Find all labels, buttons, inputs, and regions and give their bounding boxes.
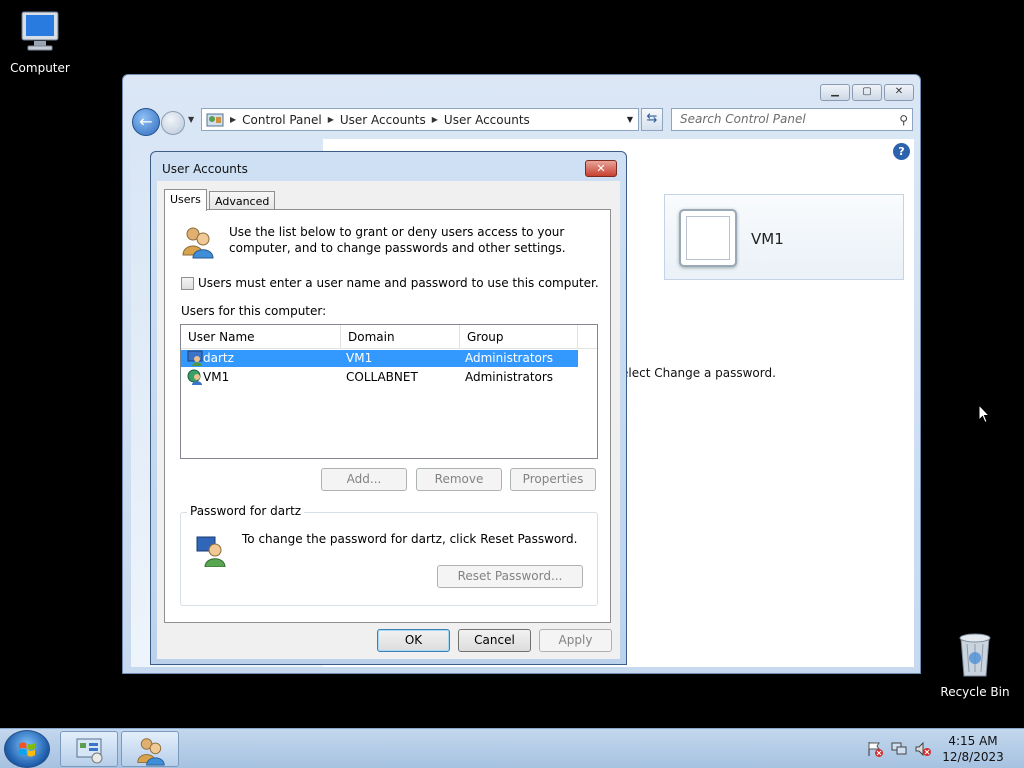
window-controls: ▁ ▢ ✕ bbox=[820, 84, 914, 101]
breadcrumb-control-panel[interactable]: Control Panel bbox=[242, 113, 322, 127]
cell-user-name: VM1 bbox=[203, 370, 230, 384]
breadcrumb-separator-icon: ▶ bbox=[230, 115, 237, 124]
cancel-button[interactable]: Cancel bbox=[458, 629, 531, 652]
dialog-close-button[interactable]: ✕ bbox=[585, 160, 617, 177]
control-panel-icon bbox=[206, 113, 224, 126]
help-icon[interactable]: ? bbox=[893, 143, 910, 160]
user-tile-name: VM1 bbox=[751, 230, 784, 248]
taskbar: 4:15 AM 12/8/2023 bbox=[0, 728, 1024, 768]
search-icon[interactable]: ⚲ bbox=[899, 110, 908, 131]
computer-icon bbox=[21, 11, 59, 51]
clock[interactable]: 4:15 AM 12/8/2023 bbox=[940, 733, 1006, 765]
add-user-button[interactable]: Add... bbox=[321, 468, 407, 491]
users-icon bbox=[137, 738, 165, 766]
recent-pages-dropdown[interactable]: ▼ bbox=[188, 115, 194, 124]
domain-user-icon bbox=[187, 369, 202, 385]
breadcrumb-separator-icon: ▶ bbox=[431, 115, 438, 124]
clock-date: 12/8/2023 bbox=[942, 750, 1004, 764]
user-picture[interactable] bbox=[679, 209, 737, 267]
back-arrow-icon: ← bbox=[139, 112, 153, 131]
remove-user-button[interactable]: Remove bbox=[416, 468, 502, 491]
column-header-user-name[interactable]: User Name bbox=[181, 325, 341, 348]
user-tile: VM1 bbox=[664, 194, 904, 280]
table-row[interactable]: VM1 COLLABNET Administrators bbox=[181, 368, 597, 387]
desktop-label-computer: Computer bbox=[10, 61, 70, 75]
volume-muted-icon[interactable] bbox=[914, 741, 932, 757]
search-input[interactable]: Search Control Panel ⚲ bbox=[671, 108, 913, 131]
refresh-icon: ⇆ bbox=[646, 111, 658, 126]
desktop-icon-computer[interactable]: Computer bbox=[0, 10, 80, 75]
breadcrumb-separator-icon: ▶ bbox=[327, 115, 334, 124]
system-tray bbox=[866, 741, 932, 757]
desktop-label-recycle-bin: Recycle Bin bbox=[940, 685, 1010, 699]
table-row[interactable]: dartz VM1 Administrators bbox=[181, 349, 597, 368]
control-panel-icon bbox=[76, 738, 103, 764]
user-accounts-dialog: User Accounts ✕ Users Advanced Use the l… bbox=[150, 151, 627, 665]
local-user-icon bbox=[187, 350, 203, 366]
taskbar-user-accounts[interactable] bbox=[121, 731, 179, 767]
address-dropdown-icon[interactable]: ▼ bbox=[627, 115, 633, 124]
back-button[interactable]: ← bbox=[132, 108, 160, 136]
users-tab-panel: Use the list below to grant or deny user… bbox=[164, 209, 611, 623]
mouse-cursor-icon bbox=[978, 404, 990, 424]
dialog-body: Users Advanced Use the list below to gra… bbox=[157, 181, 620, 659]
reset-password-button[interactable]: Reset Password... bbox=[437, 565, 583, 588]
cell-domain: COLLABNET bbox=[346, 370, 418, 384]
apply-button[interactable]: Apply bbox=[539, 629, 612, 652]
cell-group: Administrators bbox=[460, 350, 578, 367]
users-list-label: Users for this computer: bbox=[181, 304, 327, 318]
network-icon[interactable] bbox=[890, 741, 908, 757]
ok-button[interactable]: OK bbox=[377, 629, 450, 652]
dialog-title: User Accounts bbox=[162, 162, 248, 176]
search-placeholder: Search Control Panel bbox=[680, 112, 806, 126]
users-list[interactable]: User Name Domain Group dartz VM1 Adminis… bbox=[180, 324, 598, 459]
password-group: Password for dartz To change the passwor… bbox=[180, 504, 598, 606]
tab-users[interactable]: Users bbox=[164, 189, 207, 211]
desktop-icon-recycle-bin[interactable]: Recycle Bin bbox=[935, 630, 1015, 699]
breadcrumb-user-accounts[interactable]: User Accounts bbox=[340, 113, 426, 127]
column-header-group[interactable]: Group bbox=[460, 325, 578, 348]
users-list-header: User Name Domain Group bbox=[181, 325, 597, 349]
recycle-bin-icon bbox=[959, 633, 991, 677]
user-password-icon bbox=[196, 536, 226, 567]
start-button[interactable] bbox=[4, 730, 50, 768]
forward-button[interactable] bbox=[161, 111, 185, 135]
clock-time: 4:15 AM bbox=[948, 734, 998, 748]
minimize-button[interactable]: ▁ bbox=[820, 84, 850, 101]
breadcrumb-user-accounts-current[interactable]: User Accounts bbox=[444, 113, 530, 127]
require-login-checkbox[interactable] bbox=[181, 276, 194, 290]
windows-logo-icon bbox=[19, 742, 35, 757]
close-window-button[interactable]: ✕ bbox=[884, 84, 914, 101]
cell-domain: VM1 bbox=[341, 350, 460, 367]
intro-text: Use the list below to grant or deny user… bbox=[229, 225, 566, 255]
require-login-checkbox-row[interactable]: Users must enter a user name and passwor… bbox=[181, 276, 599, 290]
cell-user-name: dartz bbox=[181, 350, 341, 367]
cell-group: Administrators bbox=[465, 370, 554, 384]
refresh-button[interactable]: ⇆ bbox=[641, 108, 663, 131]
column-header-domain[interactable]: Domain bbox=[341, 325, 460, 348]
tab-advanced[interactable]: Advanced bbox=[209, 191, 276, 210]
address-bar[interactable]: ▶ Control Panel ▶ User Accounts ▶ User A… bbox=[201, 108, 639, 131]
maximize-button[interactable]: ▢ bbox=[852, 84, 882, 101]
properties-button[interactable]: Properties bbox=[510, 468, 596, 491]
password-instructions: To change the password for dartz, click … bbox=[242, 532, 578, 546]
change-password-hint: elect Change a password. bbox=[621, 366, 776, 380]
password-group-label: Password for dartz bbox=[187, 504, 305, 518]
action-center-flag-icon[interactable] bbox=[866, 741, 884, 757]
users-icon bbox=[182, 227, 214, 259]
taskbar-control-panel[interactable] bbox=[60, 731, 118, 767]
require-login-label[interactable]: Users must enter a user name and passwor… bbox=[198, 276, 599, 290]
